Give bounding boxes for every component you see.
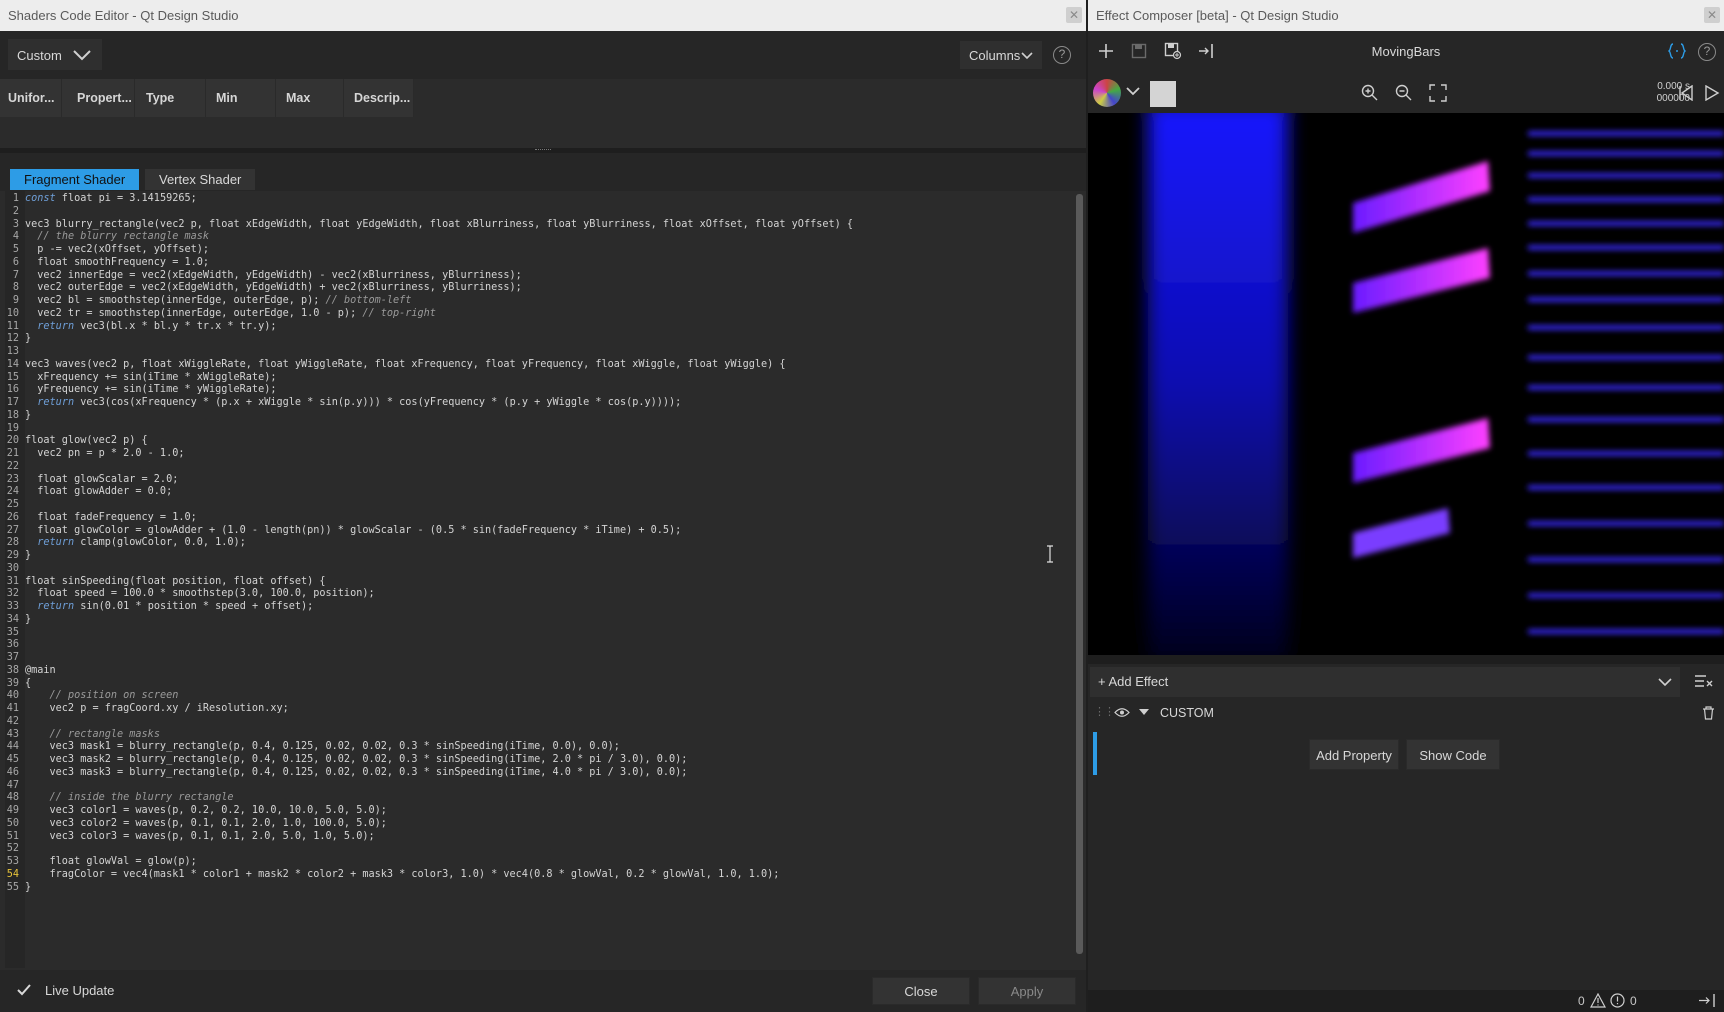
columns-button-label: Columns xyxy=(969,48,1021,63)
left-title-bar: Shaders Code Editor - Qt Design Studio ✕ xyxy=(0,0,1086,31)
tab-vertex-shader[interactable]: Vertex Shader xyxy=(145,169,256,190)
close-button[interactable]: Close xyxy=(872,977,970,1005)
composition-name: MovingBars xyxy=(1371,44,1441,59)
mode-combo-value: Custom xyxy=(17,48,62,63)
code-line-text: } xyxy=(25,881,32,893)
splitter-grip xyxy=(535,149,551,151)
code-line-text: } xyxy=(25,333,32,345)
composer-toolbar: MovingBars ? xyxy=(1088,31,1724,73)
warning-icon[interactable] xyxy=(1590,993,1606,1008)
preview-splitter[interactable] xyxy=(1088,655,1724,664)
code-line-text: return vec3(bl.x * bl.y * tr.x * tr.y); xyxy=(37,320,277,332)
code-line-text: float glowAdder = 0.0; xyxy=(25,486,173,498)
help-icon[interactable]: ? xyxy=(1698,43,1716,61)
right-close-window-button[interactable]: ✕ xyxy=(1704,7,1720,23)
effect-node-header: ⋮⋮ CUSTOM xyxy=(1088,700,1724,726)
column-header-property[interactable]: Propert... xyxy=(69,79,135,117)
eye-icon[interactable] xyxy=(1114,707,1130,718)
code-line-text: return clamp(glowColor, 0.0, 1.0); xyxy=(37,537,246,549)
chevron-down-icon xyxy=(1021,52,1033,60)
right-window-title: Effect Composer [beta] - Qt Design Studi… xyxy=(1096,8,1339,23)
effect-node-name: CUSTOM xyxy=(1160,706,1214,720)
code-line-text: vec3 mask3 = blurry_rectangle(p, 0.4, 0.… xyxy=(25,766,688,778)
warning-count: 0 xyxy=(1578,994,1585,1008)
shaders-code-editor-window: Shaders Code Editor - Qt Design Studio ✕… xyxy=(0,0,1086,1012)
drag-handle-icon[interactable]: ⋮⋮ xyxy=(1094,705,1115,718)
editor-top-bar: Custom Columns ? xyxy=(0,31,1086,79)
code-icon[interactable] xyxy=(1668,43,1686,59)
live-update-label[interactable]: Live Update xyxy=(45,983,114,998)
help-icon[interactable]: ? xyxy=(1053,46,1071,64)
preview-toolbar: 0.000 s 000000 xyxy=(1088,73,1724,113)
error-icon[interactable] xyxy=(1610,993,1625,1008)
right-title-bar: Effect Composer [beta] - Qt Design Studi… xyxy=(1088,0,1724,31)
apply-button[interactable]: Apply xyxy=(978,977,1076,1005)
exit-icon[interactable] xyxy=(1698,993,1716,1008)
effect-node-accent xyxy=(1093,732,1097,775)
shader-tabs: Fragment Shader Vertex Shader xyxy=(0,153,1086,191)
chevron-down-icon xyxy=(73,50,91,61)
code-line-text: return sin(0.01 * position * speed + off… xyxy=(37,601,314,612)
preview-bar-left xyxy=(1148,113,1288,655)
column-header-type[interactable]: Type xyxy=(138,79,206,117)
code-line-text: fragColor = vec4(mask1 * color1 + mask2 … xyxy=(25,868,780,880)
zoom-out-icon[interactable] xyxy=(1395,84,1413,102)
error-count: 0 xyxy=(1630,994,1637,1008)
code-line-text: vec2 p = fragCoord.xy / iResolution.xy; xyxy=(25,703,289,714)
collapse-arrow-icon[interactable] xyxy=(1139,709,1149,716)
mode-combo[interactable]: Custom xyxy=(8,39,102,70)
editor-scrollbar[interactable] xyxy=(1076,194,1083,954)
preview-render xyxy=(1088,113,1724,655)
left-close-window-button[interactable]: ✕ xyxy=(1066,7,1082,23)
uniforms-table-header: Unifor... Propert... Type Min Max Descri… xyxy=(0,79,414,117)
add-effect-bar: + Add Effect xyxy=(1088,664,1724,700)
fit-icon[interactable] xyxy=(1429,84,1447,102)
editor-bottom-bar: Live Update Close Apply xyxy=(0,970,1086,1012)
columns-button[interactable]: Columns xyxy=(960,41,1042,69)
code-line-text: } xyxy=(25,550,32,561)
checkmark-icon[interactable] xyxy=(16,983,32,997)
column-header-uniform[interactable]: Unifor... xyxy=(0,79,62,117)
add-effect-combo[interactable]: + Add Effect xyxy=(1090,667,1680,697)
effect-preview[interactable] xyxy=(1088,113,1724,655)
line-number: 55 xyxy=(6,881,19,893)
chevron-down-icon[interactable] xyxy=(1126,87,1140,96)
show-code-button[interactable]: Show Code xyxy=(1406,739,1500,770)
effect-composer-window: Effect Composer [beta] - Qt Design Studi… xyxy=(1088,0,1724,1012)
code-line-text: const float pi = 3.14159265; xyxy=(25,193,197,204)
chevron-down-icon xyxy=(1658,678,1672,687)
text-cursor-icon xyxy=(1047,545,1053,563)
code-line-text: } xyxy=(25,613,32,625)
play-icon[interactable] xyxy=(1704,85,1720,101)
color-swatch-icon[interactable] xyxy=(1150,81,1176,107)
zoom-in-icon[interactable] xyxy=(1361,84,1379,102)
add-effect-label: + Add Effect xyxy=(1098,674,1169,689)
add-property-button[interactable]: Add Property xyxy=(1309,739,1399,770)
tab-fragment-shader[interactable]: Fragment Shader xyxy=(10,169,140,190)
column-header-max[interactable]: Max xyxy=(278,79,344,117)
background-image-icon[interactable] xyxy=(1093,79,1121,107)
trash-icon[interactable] xyxy=(1702,706,1715,720)
column-header-min[interactable]: Min xyxy=(208,79,276,117)
code-line-text: return vec3(cos(xFrequency * (p.x + xWig… xyxy=(37,397,682,408)
left-window-title: Shaders Code Editor - Qt Design Studio xyxy=(8,8,239,23)
code-line-text: } xyxy=(25,409,32,421)
code-line-text: vec2 pn = p * 2.0 - 1.0; xyxy=(25,448,185,459)
restart-icon[interactable] xyxy=(1678,85,1694,101)
column-header-description[interactable]: Descrip... xyxy=(346,79,414,117)
code-line-text: vec3 color3 = waves(p, 0.1, 0.1, 2.0, 5.… xyxy=(25,830,375,842)
code-editor[interactable]: 1 const float pi = 3.14159265; 2 3 vec3 blur… xyxy=(5,191,1077,968)
clear-effects-icon[interactable] xyxy=(1694,673,1714,691)
status-bar: 0 0 xyxy=(1088,990,1724,1012)
